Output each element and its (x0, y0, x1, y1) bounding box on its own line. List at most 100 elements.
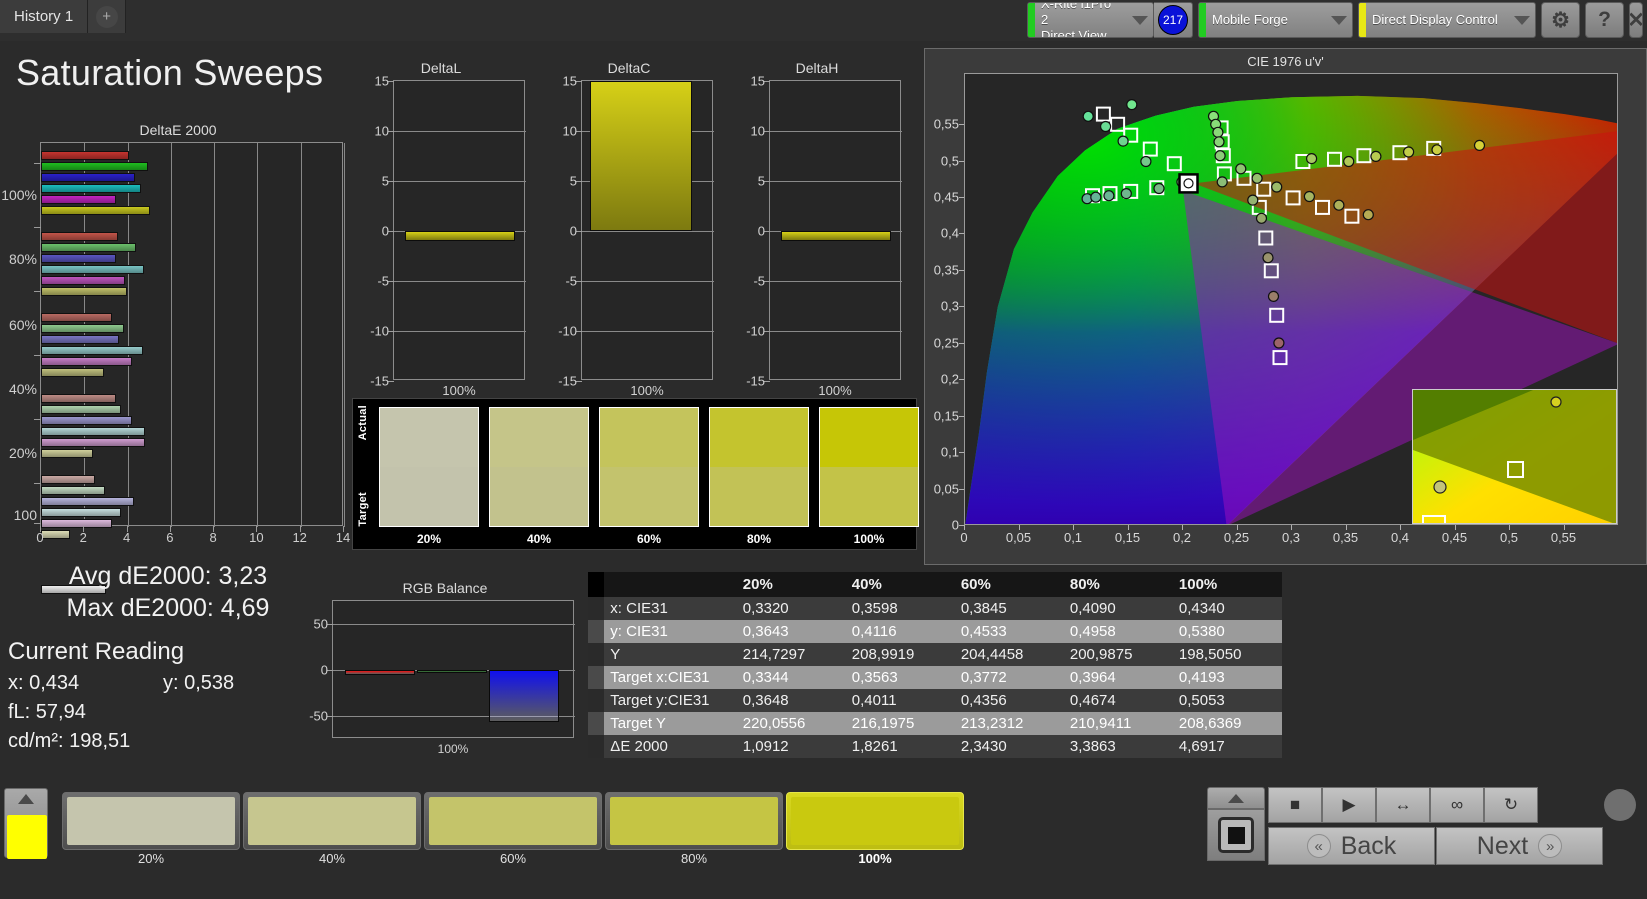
refresh-button[interactable]: ↻ (1484, 787, 1538, 823)
delta-gridline (394, 281, 526, 282)
table-cell: 4,6917 (1172, 735, 1282, 758)
deltae2000-ytick (34, 163, 41, 164)
patch-button-swatch (791, 797, 959, 845)
settings-button[interactable]: ⚙ (1541, 2, 1580, 38)
table-header-row: 20% 40% 60% 80% 100% (588, 572, 1282, 597)
delta-ytick-label: 10 (562, 123, 577, 139)
swatch-target (490, 467, 588, 526)
cie-xtick-label: 0,2 (1172, 530, 1192, 545)
deltae2000-bar (41, 335, 119, 344)
deltaL-plot-area: 15 10 5 0 -5 -10 -15 (370, 74, 526, 389)
table-row-selector[interactable] (588, 666, 605, 689)
swatch-actual (710, 408, 808, 467)
history-tab[interactable]: History 1 (0, 0, 89, 33)
record-knob[interactable] (1604, 789, 1636, 821)
delta-gridline (770, 331, 902, 332)
control-dropdown-caret[interactable] (1509, 3, 1535, 37)
help-button[interactable]: ? (1585, 2, 1624, 38)
deltae2000-bar (41, 416, 132, 425)
deltae2000-bar (41, 276, 126, 285)
cie-plot-area[interactable] (964, 73, 1618, 525)
table-row-label: Target x:CIE31 (604, 666, 737, 689)
cie-1976-uv-chart: CIE 1976 u'v' 0 0,05 0,1 0,15 0,2 0,25 0,3 0,35… (924, 48, 1647, 565)
cie-ytick-label: 0 (951, 517, 959, 533)
table-row[interactable]: Target x:CIE31 0,3344 0,3563 0,3772 0,3964 0,… (588, 666, 1282, 689)
patch-button[interactable] (786, 792, 964, 850)
deltaH-chart: DeltaH 15 10 5 0 -5 -10 -15 100% (731, 60, 903, 398)
patch-button[interactable] (605, 792, 783, 850)
meter-selector[interactable]: X-Rite i1Pro 2 Direct View (1027, 2, 1154, 38)
table-row-selector[interactable] (588, 712, 605, 735)
pattern-window-button[interactable] (1207, 809, 1265, 861)
deltae2000-gridline (344, 143, 345, 527)
deltae2000-bar (41, 346, 143, 355)
cie-ytick (959, 452, 964, 454)
patch-button[interactable] (243, 792, 421, 850)
cie-zoom-inset (1412, 389, 1617, 524)
patch-button[interactable] (62, 792, 240, 850)
table-row[interactable]: Target y:CIE31 0,3648 0,4011 0,4356 0,4674 0,… (588, 689, 1282, 712)
table-cell: 204,4458 (954, 643, 1064, 666)
swatch-actual (600, 408, 698, 467)
add-tab-button[interactable]: + (88, 0, 127, 33)
table-cell: 1,8261 (845, 735, 955, 758)
table-row-selector[interactable] (588, 689, 605, 712)
meter-dropdown-caret[interactable] (1127, 3, 1153, 37)
patch-button[interactable] (424, 792, 602, 850)
current-patch-preview[interactable] (4, 788, 48, 859)
cie-ytick-label: 0,1 (940, 444, 959, 460)
table-row-selector[interactable] (588, 620, 605, 643)
cie-xtick-label: 0,5 (1499, 530, 1519, 545)
table-row[interactable]: Target Y 220,0556 216,1975 213,2312 210,9411… (588, 712, 1282, 735)
deltae2000-bar (41, 519, 113, 528)
cie-ytick (959, 269, 964, 271)
display-control-selector[interactable]: Direct Display Control (1358, 2, 1536, 38)
deltae2000-bar (41, 184, 141, 193)
rgb-balance-bar (345, 670, 415, 675)
stop-button[interactable]: ■ (1268, 787, 1322, 823)
source-selector[interactable]: Mobile Forge (1198, 2, 1353, 38)
patch-button-label: 60% (499, 851, 527, 866)
table-row-selector[interactable] (588, 643, 605, 666)
table-cell: 0,3598 (845, 597, 955, 620)
close-button[interactable]: ✕ (1629, 2, 1643, 38)
pattern-window-control[interactable] (1207, 787, 1265, 865)
source-status-stripe (1199, 3, 1206, 37)
table-column-header: 40% (845, 572, 955, 597)
continuous-button[interactable]: ∞ (1430, 787, 1484, 823)
measure-button[interactable]: ↔ (1376, 787, 1430, 823)
cie-inset-gamut (1413, 390, 1616, 523)
table-cell: 0,4674 (1063, 689, 1173, 712)
table-row-selector[interactable] (588, 735, 605, 758)
rgb-balance-title: RGB Balance (402, 580, 488, 596)
source-dropdown-caret[interactable] (1326, 3, 1352, 37)
back-button[interactable]: « Back (1268, 827, 1435, 865)
patch-up-arrow-icon[interactable] (18, 794, 34, 804)
table-row-selector[interactable] (588, 597, 605, 620)
deltaC-chart: DeltaC 15 10 5 0 -5 -10 -15 100% (543, 60, 715, 398)
saturation-swatch-strip: Actual Target 20% 40% 60% 80% 100% (352, 398, 919, 550)
table-row[interactable]: ΔE 2000 1,0912 1,8261 2,3430 3,3863 4,6917 (588, 735, 1282, 758)
pattern-expand-button[interactable] (1207, 787, 1265, 809)
next-button[interactable]: Next » (1436, 827, 1603, 865)
cie-ytick (959, 124, 964, 125)
deltae2000-bar (41, 486, 105, 495)
table-row[interactable]: y: CIE31 0,3643 0,4116 0,4533 0,4958 0,5380 (588, 620, 1282, 643)
delta-gridline (582, 331, 714, 332)
deltae2000-xtick-label: 4 (122, 530, 131, 545)
deltae2000-xtick-label: 12 (292, 530, 307, 545)
deltae2000-ytick-label: 100 (13, 507, 37, 523)
delta-ytick-label: 0 (757, 223, 765, 239)
play-button[interactable]: ▶ (1322, 787, 1376, 823)
delta-ytick-label: -5 (377, 273, 389, 289)
table-row[interactable]: Y 214,7297 208,9919 204,4458 200,9875 198,505… (588, 643, 1282, 666)
delta-ytick-label: 15 (374, 73, 389, 89)
swatch-label: 40% (526, 532, 552, 546)
table-row[interactable]: x: CIE31 0,3320 0,3598 0,3845 0,4090 0,4340 (588, 597, 1282, 620)
table-cell: 0,3648 (736, 689, 846, 712)
deltae2000-ytick-label: 20% (8, 445, 37, 461)
table-cell: 0,4958 (1063, 620, 1173, 643)
table-column-header (604, 572, 737, 597)
delta-ytick-label: 0 (569, 223, 577, 239)
table-cell: 0,4116 (845, 620, 955, 643)
